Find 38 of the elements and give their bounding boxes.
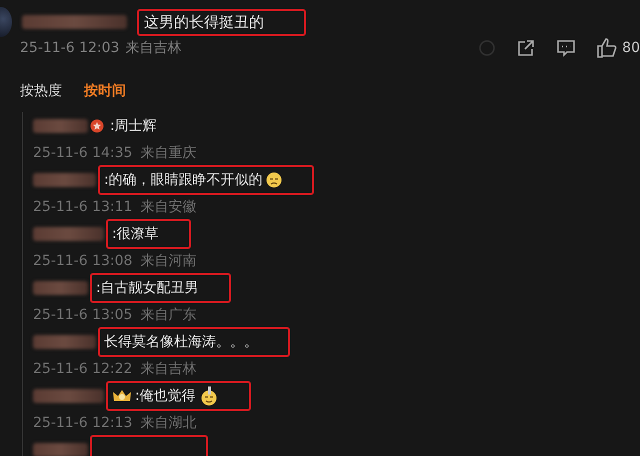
comment-text: 这男的长得挺丑的: [137, 8, 306, 36]
location: 来自安徽: [140, 198, 196, 216]
blurred-name: [33, 172, 96, 186]
blurred-name: [33, 442, 88, 456]
crown-icon: [112, 388, 132, 404]
emoji-icon: [198, 386, 219, 406]
location: 来自河南: [140, 252, 196, 270]
blurred-name: [33, 226, 104, 240]
reply-text: :很潦草: [112, 224, 159, 242]
badge-icon: [90, 118, 104, 132]
reply-text: :的确，眼睛跟睁不开似的: [104, 170, 263, 188]
reply-text: 长得莫名像杜海涛。。。: [104, 332, 258, 350]
blurred-name: [33, 118, 88, 132]
location: 来自湖北: [140, 414, 196, 432]
reply-text: :周士辉: [110, 116, 157, 134]
timestamp: 25-11-6 13:08: [33, 252, 132, 268]
like-icon[interactable]: [596, 38, 618, 58]
blurred-name: [33, 280, 88, 294]
reply-text: :俺也觉得: [135, 386, 196, 404]
reply-text: :自古靓女配丑男: [96, 278, 199, 296]
timestamp: 25-11-6 12:13: [33, 414, 132, 430]
share-icon[interactable]: [516, 38, 536, 58]
timestamp: 25-11-6 13:11: [33, 198, 132, 214]
emoji-icon: [266, 172, 282, 188]
timestamp: 25-11-6 13:05: [33, 306, 132, 322]
location: 来自吉林: [125, 39, 182, 57]
timestamp: 25-11-6 12:03: [20, 40, 120, 56]
timestamp: 25-11-6 14:35: [33, 144, 132, 160]
timestamp: 25-11-6 12:22: [33, 360, 132, 376]
location: 来自重庆: [140, 144, 196, 162]
comment-icon[interactable]: [556, 38, 576, 58]
sort-tab[interactable]: 按热度: [20, 82, 62, 100]
location: 来自广东: [140, 306, 196, 324]
blurred-name: [33, 334, 96, 348]
blurred-name: [33, 388, 104, 402]
like-count: 80: [622, 40, 640, 56]
location: 来自吉林: [140, 360, 196, 378]
sort-tab[interactable]: 按时间: [84, 82, 126, 100]
